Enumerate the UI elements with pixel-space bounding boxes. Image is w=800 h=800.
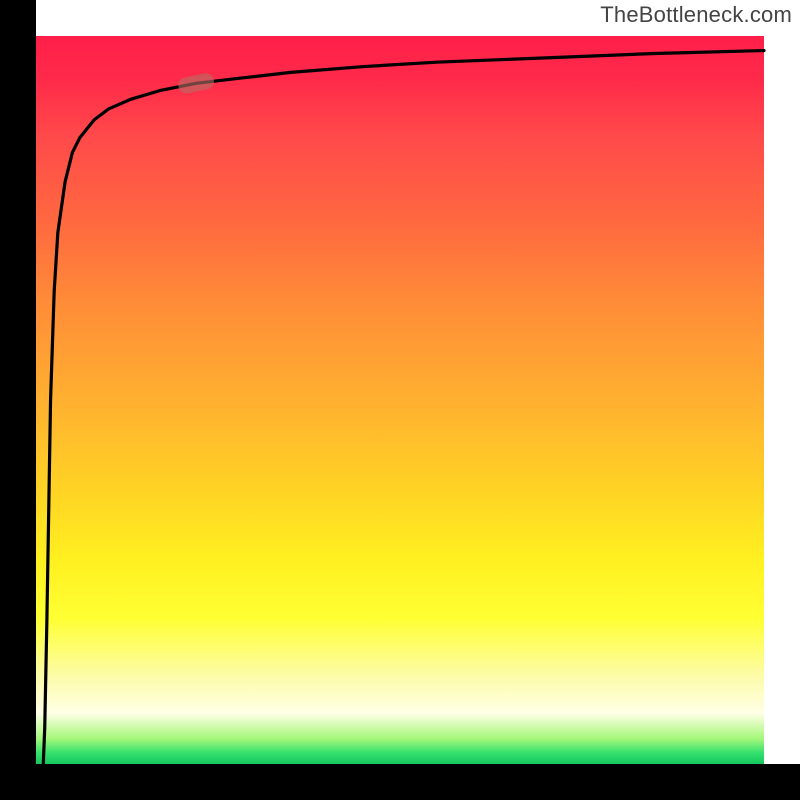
curve-layer bbox=[0, 0, 800, 800]
watermark-caption: TheBottleneck.com bbox=[600, 2, 792, 28]
curve-marker bbox=[177, 72, 216, 95]
bottleneck-curve bbox=[43, 51, 764, 764]
chart-frame: TheBottleneck.com bbox=[0, 0, 800, 800]
